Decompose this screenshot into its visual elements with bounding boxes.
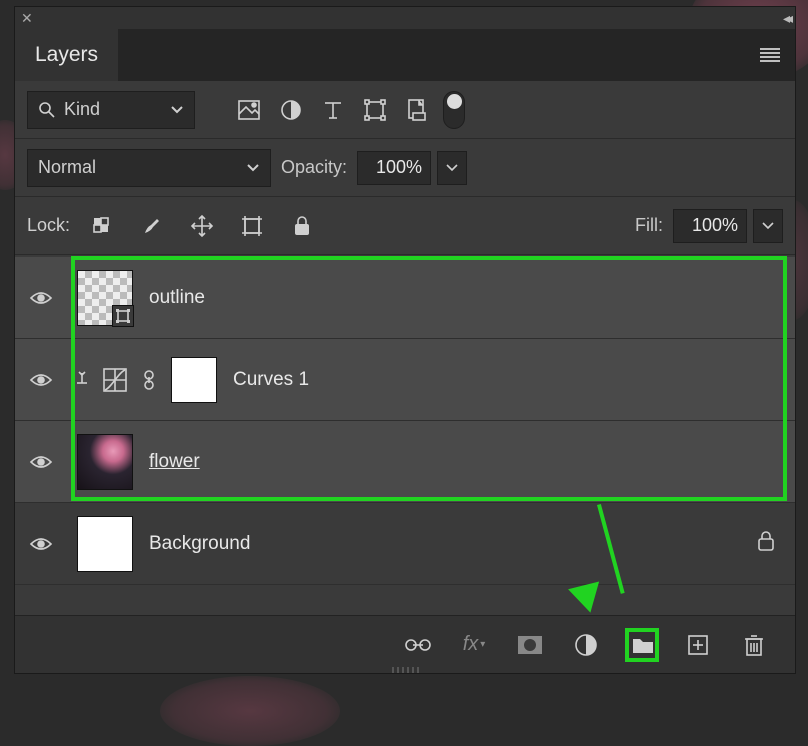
layer-thumbnail[interactable] — [77, 434, 133, 490]
layer-mask-thumbnail[interactable] — [171, 357, 217, 403]
eye-icon — [29, 372, 53, 388]
eye-icon — [29, 536, 53, 552]
new-group-button[interactable] — [625, 628, 659, 662]
opacity-label[interactable]: Opacity: — [281, 157, 347, 178]
layers-list: outline Curves 1 flower — [15, 255, 795, 615]
new-adjustment-layer-button[interactable] — [569, 628, 603, 662]
layer-effects-button[interactable]: fx▾ — [457, 628, 491, 662]
lock-icon[interactable] — [757, 531, 775, 556]
eye-icon — [29, 454, 53, 470]
link-icon — [405, 637, 431, 653]
close-icon[interactable]: ✕ — [21, 10, 33, 27]
toggle-dot-icon — [447, 94, 462, 109]
lock-artboard-icon[interactable] — [236, 210, 268, 242]
annotation-arrow-head — [568, 582, 606, 617]
mask-link-icon[interactable] — [141, 369, 157, 391]
fill-input[interactable]: 100% — [673, 209, 747, 243]
trash-icon — [744, 634, 764, 656]
blend-mode-value: Normal — [38, 157, 96, 178]
add-mask-button[interactable] — [513, 628, 547, 662]
hamburger-icon — [760, 48, 780, 62]
resize-grip[interactable] — [380, 667, 430, 675]
layer-visibility-toggle[interactable] — [17, 372, 65, 388]
blend-mode-dropdown[interactable]: Normal — [27, 149, 271, 187]
layers-footer: fx▾ — [15, 615, 795, 673]
fill-value: 100% — [692, 215, 738, 236]
filter-image-layer-icon[interactable] — [233, 94, 265, 126]
filter-toggle[interactable] — [443, 91, 465, 129]
layer-visibility-toggle[interactable] — [17, 536, 65, 552]
chevron-down-icon — [246, 157, 260, 178]
layer-name[interactable]: Curves 1 — [233, 369, 309, 391]
mask-icon — [517, 635, 543, 655]
chevron-down-icon — [445, 163, 459, 173]
panel-menu-button[interactable] — [745, 29, 795, 81]
lock-transparency-icon[interactable] — [86, 210, 118, 242]
clipping-indicator-icon — [75, 371, 89, 389]
tab-label: Layers — [35, 43, 98, 67]
tab-layers[interactable]: Layers — [15, 29, 118, 81]
link-layers-button[interactable] — [401, 628, 435, 662]
opacity-value: 100% — [376, 157, 422, 178]
folder-icon — [631, 635, 653, 655]
new-layer-icon — [687, 634, 709, 656]
layer-row-flower[interactable]: flower — [15, 421, 795, 503]
chevron-down-icon — [170, 99, 184, 120]
layer-visibility-toggle[interactable] — [17, 290, 65, 306]
layer-row-curves[interactable]: Curves 1 — [15, 339, 795, 421]
curves-adjustment-icon[interactable] — [103, 368, 127, 392]
new-layer-button[interactable] — [681, 628, 715, 662]
layer-name[interactable]: outline — [149, 287, 205, 309]
adjustment-icon — [574, 633, 598, 657]
eye-icon — [29, 290, 53, 306]
layer-thumbnail[interactable] — [77, 516, 133, 572]
layer-row-background[interactable]: Background — [15, 503, 795, 585]
layer-name[interactable]: flower — [149, 451, 200, 473]
lock-position-icon[interactable] — [186, 210, 218, 242]
filter-kind-label: Kind — [64, 99, 100, 120]
chevron-down-icon — [761, 221, 775, 231]
shape-badge-icon — [112, 305, 134, 327]
fill-label[interactable]: Fill: — [635, 215, 663, 236]
opacity-dropdown-button[interactable] — [437, 151, 467, 185]
layer-thumbnail[interactable] — [77, 270, 133, 326]
collapse-panel-icon[interactable]: ◂◂ — [783, 10, 789, 27]
filter-kind-dropdown[interactable]: Kind — [27, 91, 195, 129]
lock-label: Lock: — [27, 215, 70, 236]
layer-name[interactable]: Background — [149, 533, 250, 555]
fx-icon: fx — [463, 633, 479, 656]
delete-layer-button[interactable] — [737, 628, 771, 662]
lock-all-icon[interactable] — [286, 210, 318, 242]
search-icon — [38, 101, 56, 119]
opacity-input[interactable]: 100% — [357, 151, 431, 185]
lock-brush-icon[interactable] — [136, 210, 168, 242]
filter-smart-object-icon[interactable] — [401, 94, 433, 126]
filter-shape-layer-icon[interactable] — [359, 94, 391, 126]
layer-row-outline[interactable]: outline — [15, 257, 795, 339]
layers-panel: ✕ ◂◂ Layers Kind — [14, 6, 796, 674]
filter-type-layer-icon[interactable] — [317, 94, 349, 126]
filter-adjustment-layer-icon[interactable] — [275, 94, 307, 126]
panel-tabstrip: Layers — [15, 29, 795, 81]
layer-visibility-toggle[interactable] — [17, 454, 65, 470]
fill-dropdown-button[interactable] — [753, 209, 783, 243]
